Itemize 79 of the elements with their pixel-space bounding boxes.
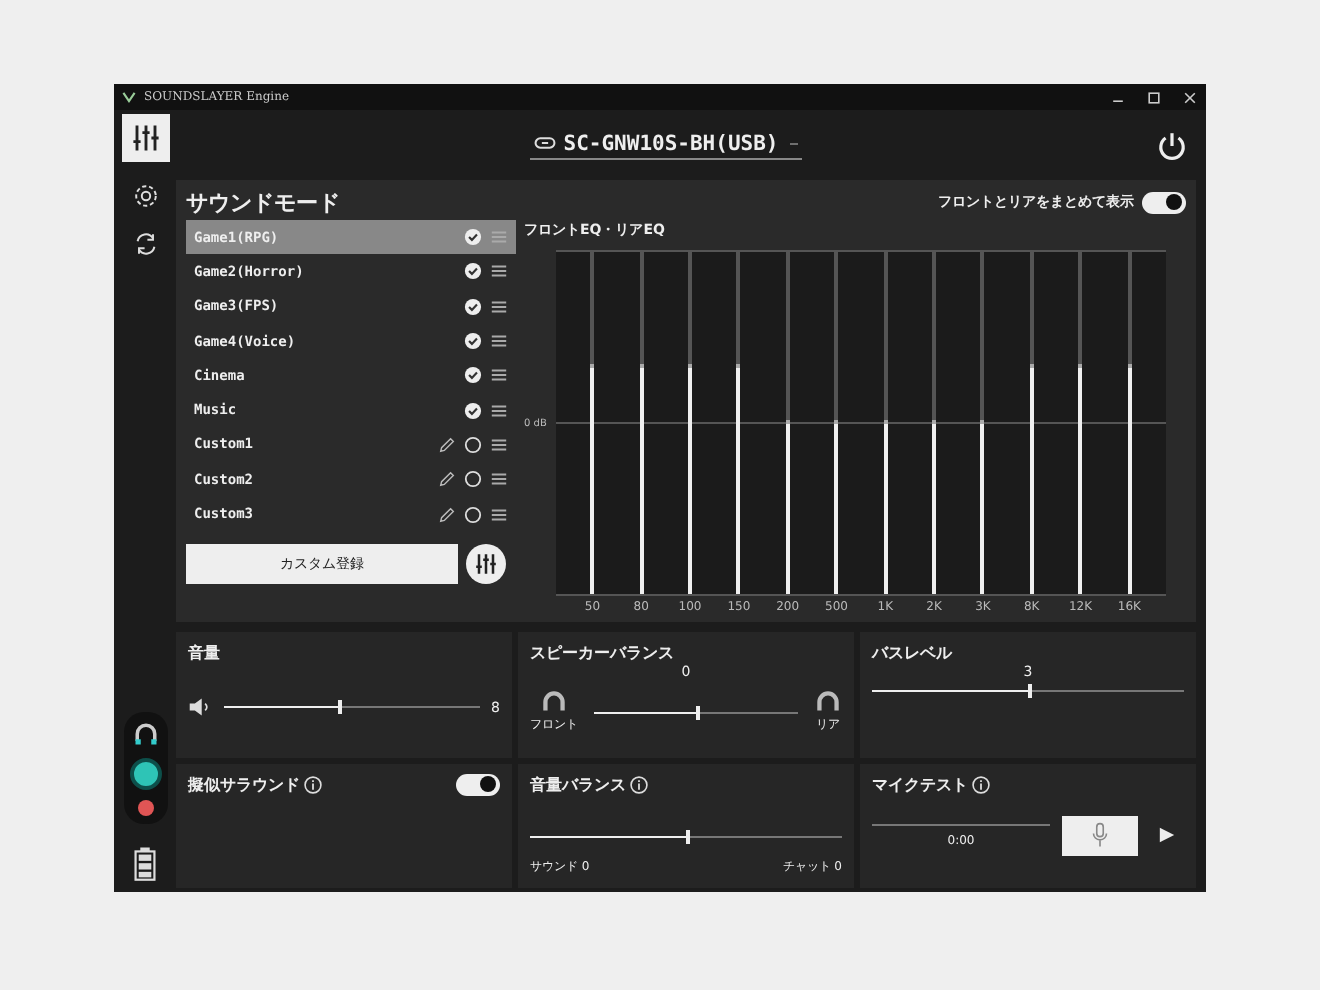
eq-slider-track[interactable] (639, 252, 644, 594)
settings-icon[interactable] (131, 182, 159, 210)
drag-handle-icon[interactable] (490, 470, 508, 489)
sliders-icon (127, 120, 163, 156)
eq-slider-fill[interactable] (1127, 364, 1132, 594)
circle-icon[interactable] (464, 505, 482, 524)
eq-slider-track[interactable] (785, 252, 790, 594)
eq-slider-fill[interactable] (932, 419, 937, 594)
check-circle-icon (464, 366, 482, 385)
drag-handle-icon[interactable] (490, 435, 508, 454)
eq-slider-track[interactable] (1029, 252, 1034, 594)
check-circle-icon (464, 228, 482, 247)
drag-handle-icon[interactable] (490, 262, 508, 281)
device-selector[interactable]: SC-GNW10S-BH(USB) (529, 131, 803, 159)
record-button[interactable] (1062, 815, 1138, 855)
eq-slider-fill[interactable] (883, 419, 888, 594)
panel-title: 音量バランス (530, 773, 626, 795)
eq-slider-fill[interactable] (590, 364, 595, 594)
circle-icon[interactable] (464, 435, 482, 454)
circle-icon[interactable] (464, 470, 482, 489)
power-icon[interactable] (1156, 129, 1188, 161)
eq-slider-track[interactable] (980, 252, 985, 594)
battery-icon (134, 844, 156, 884)
section-title: サウンドモード (186, 187, 340, 217)
drag-handle-icon[interactable] (490, 332, 508, 351)
eq-slider-track[interactable] (736, 252, 741, 594)
refresh-icon[interactable] (131, 230, 159, 258)
status-indicator-icon (129, 758, 161, 790)
slider-fill[interactable] (872, 684, 1032, 698)
play-icon[interactable] (1158, 826, 1176, 844)
check-circle-icon (464, 297, 482, 316)
microphone-icon (1090, 822, 1110, 848)
eq-slider-track[interactable] (1078, 252, 1083, 594)
panel-title: 音量 (188, 642, 222, 664)
eq-slider-track[interactable] (1127, 252, 1132, 594)
slider-fill[interactable] (224, 700, 343, 714)
headphones-icon (540, 690, 568, 714)
eq-slider-fill[interactable] (1078, 364, 1083, 594)
drag-handle-icon[interactable] (490, 297, 508, 316)
panel-title: 擬似サラウンド (188, 773, 300, 795)
check-circle-icon (464, 401, 482, 420)
eq-slider-fill[interactable] (639, 364, 644, 594)
eq-slider-fill[interactable] (834, 419, 839, 594)
eq-slider-track[interactable] (932, 252, 937, 594)
eq-slider-fill[interactable] (785, 419, 790, 594)
toggle-switch[interactable] (456, 773, 500, 795)
drag-handle-icon[interactable] (490, 505, 508, 524)
sliders-icon (472, 549, 500, 578)
equalizer-tab[interactable] (121, 114, 169, 162)
eq-slider-fill[interactable] (980, 419, 985, 594)
device-name: SC-GNW10S-BH(USB) (563, 131, 779, 155)
record-indicator-icon (137, 800, 153, 816)
toggle-switch[interactable] (1142, 191, 1186, 213)
eq-slider-fill[interactable] (688, 364, 693, 594)
panel-title: マイクテスト (872, 773, 968, 795)
maximize-icon[interactable] (1146, 89, 1162, 105)
close-icon[interactable] (1182, 89, 1198, 105)
link-icon (533, 136, 556, 150)
info-icon[interactable] (630, 775, 648, 793)
eq-slider-track[interactable] (883, 252, 888, 594)
check-circle-icon (464, 332, 482, 351)
drag-handle-icon[interactable] (490, 366, 508, 385)
logo-icon (122, 90, 136, 104)
panel-title: バスレベル (872, 642, 954, 664)
drag-handle-icon[interactable] (490, 401, 508, 420)
eq-slider-track[interactable] (834, 252, 839, 594)
panel-title: スピーカーバランス (530, 642, 676, 664)
info-icon[interactable] (972, 775, 990, 793)
info-icon[interactable] (304, 775, 322, 793)
eq-slider-fill[interactable] (736, 364, 741, 594)
eq-slider-track[interactable] (688, 252, 693, 594)
headphones-icon (814, 690, 842, 714)
drag-handle-icon[interactable] (490, 228, 508, 247)
check-circle-icon (464, 262, 482, 281)
equalizer-button[interactable] (466, 543, 506, 584)
speaker-icon (188, 698, 212, 716)
headphones-icon (131, 720, 159, 748)
eq-slider-fill[interactable] (1029, 364, 1034, 594)
eq-slider-track[interactable] (590, 252, 595, 594)
